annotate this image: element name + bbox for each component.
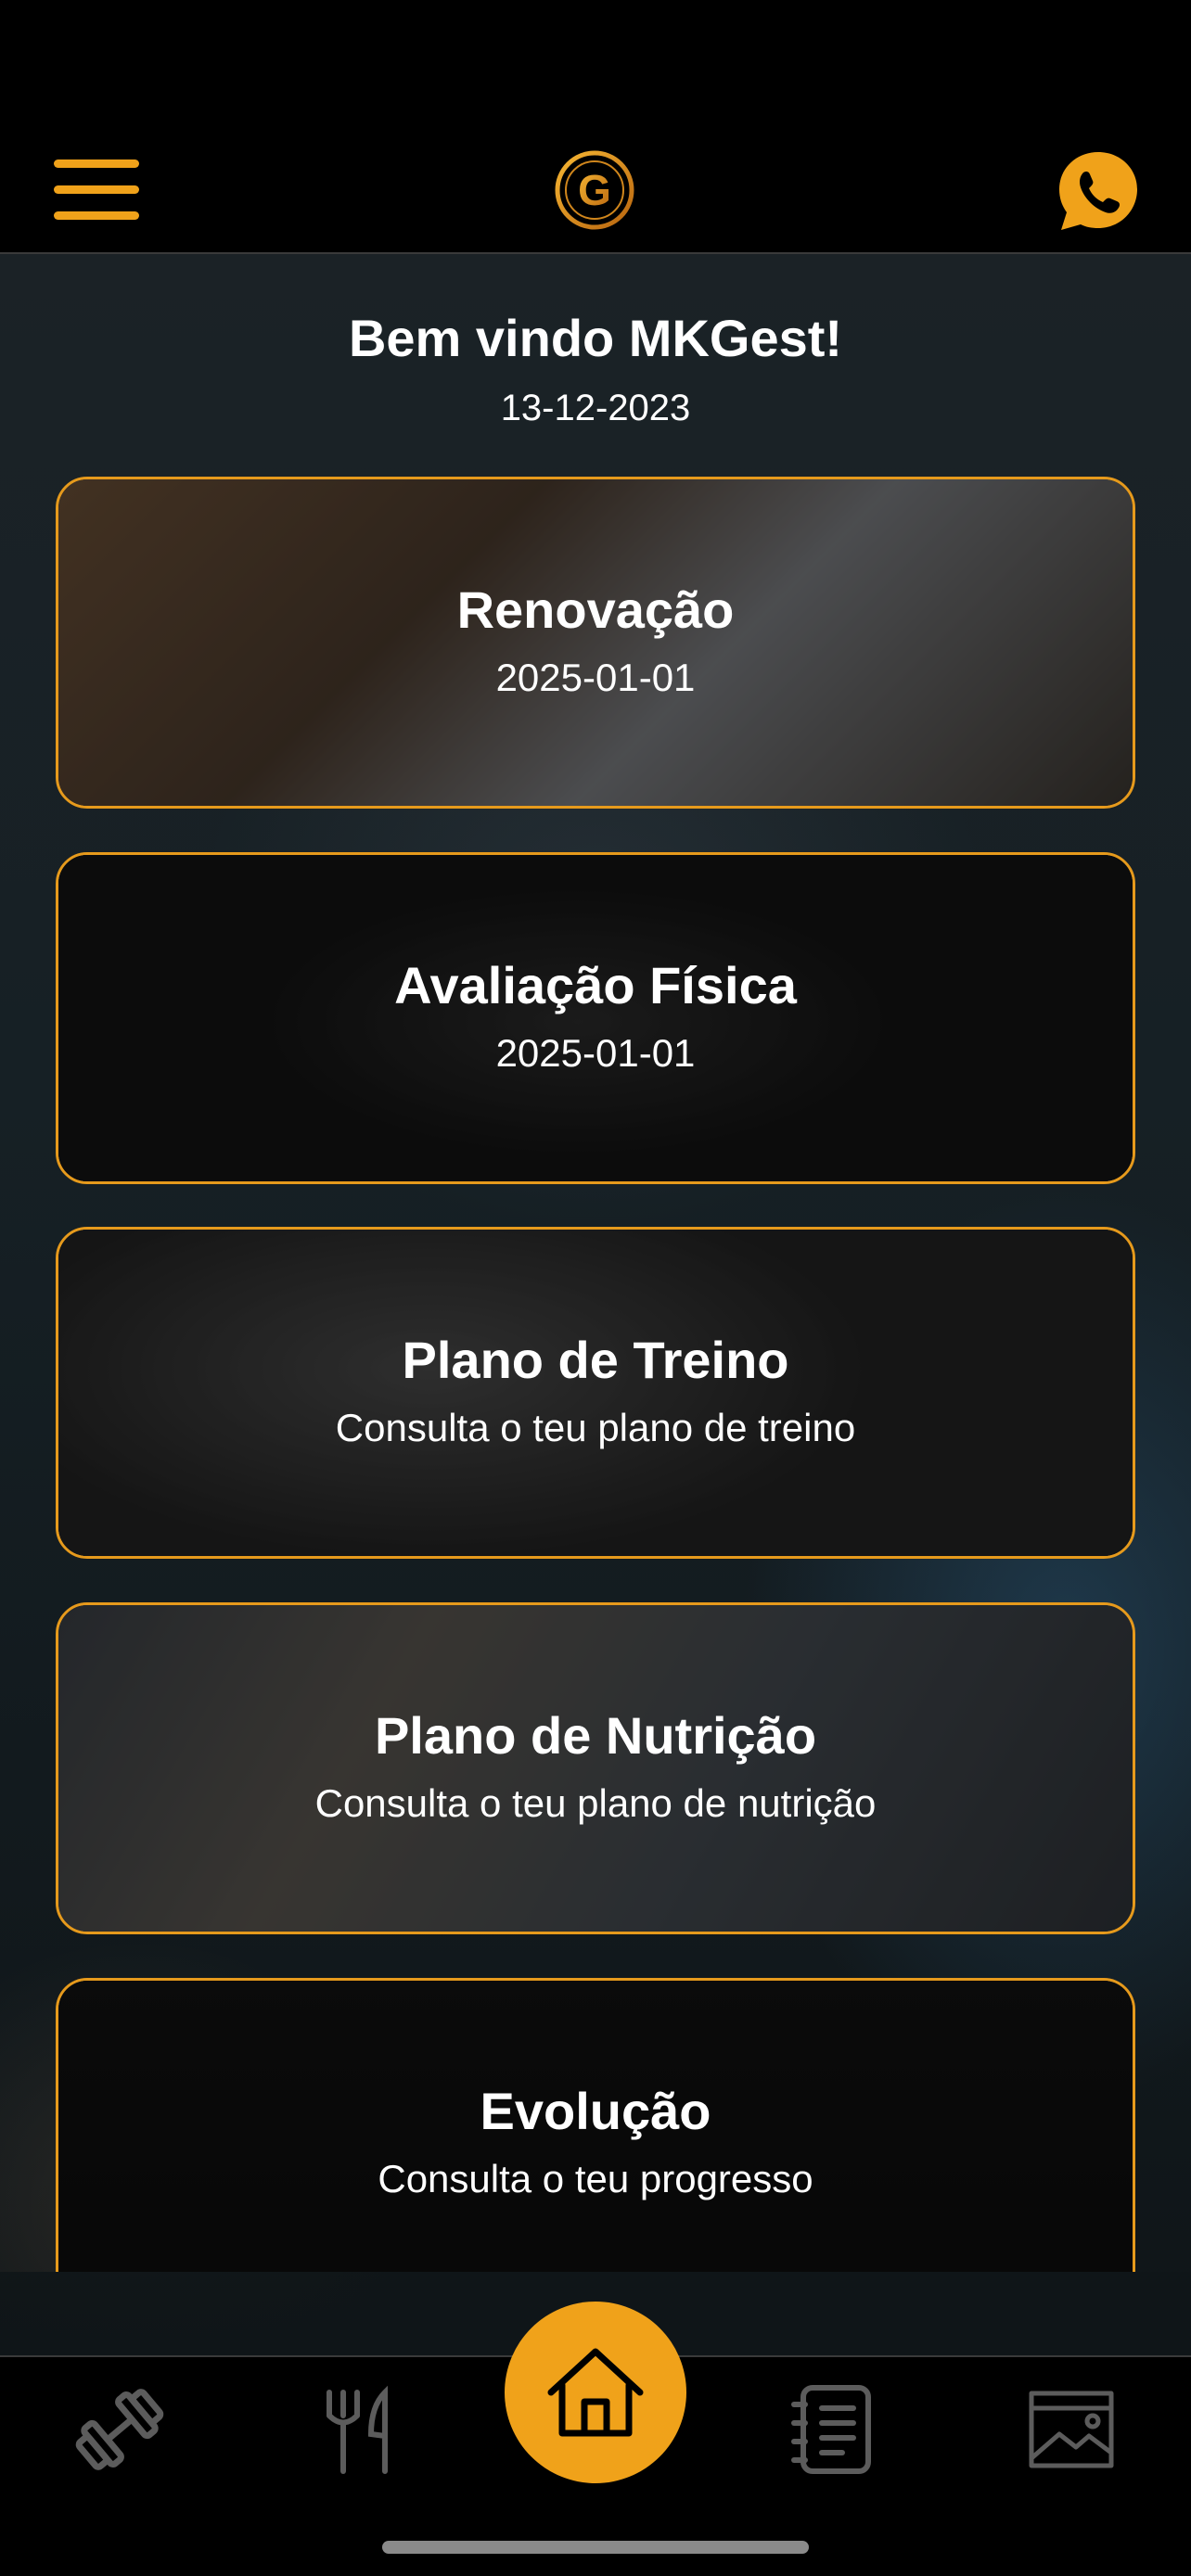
card-subtitle: Consulta o teu progresso bbox=[378, 2157, 813, 2200]
menu-line bbox=[54, 185, 139, 194]
home-button[interactable] bbox=[505, 2302, 686, 2483]
card-plano-treino[interactable]: Plano de Treino Consulta o teu plano de … bbox=[56, 1227, 1135, 1559]
home-indicator[interactable] bbox=[382, 2541, 809, 2554]
hamburger-menu-icon[interactable] bbox=[54, 159, 139, 221]
top-bar: G bbox=[0, 0, 1191, 254]
notes-list-icon[interactable] bbox=[783, 2378, 885, 2480]
card-avaliacao-fisica[interactable]: Avaliação Física 2025-01-01 bbox=[56, 852, 1135, 1184]
menu-line bbox=[54, 159, 139, 168]
card-subtitle: 2025-01-01 bbox=[495, 656, 696, 699]
home-icon bbox=[547, 2348, 644, 2437]
fork-knife-icon[interactable] bbox=[306, 2378, 408, 2480]
dumbbell-icon[interactable] bbox=[69, 2378, 171, 2480]
card-title: Avaliação Física bbox=[394, 956, 797, 1014]
svg-text:G: G bbox=[578, 166, 611, 214]
gallery-image-icon[interactable] bbox=[1020, 2378, 1122, 2480]
card-subtitle: Consulta o teu plano de treino bbox=[335, 1406, 856, 1449]
card-title: Plano de Treino bbox=[402, 1331, 789, 1389]
welcome-date: 13-12-2023 bbox=[500, 388, 691, 428]
whatsapp-icon[interactable] bbox=[1056, 148, 1141, 234]
card-plano-nutricao[interactable]: Plano de Nutrição Consulta o teu plano d… bbox=[56, 1602, 1135, 1934]
card-title: Renovação bbox=[456, 580, 735, 639]
card-evolucao[interactable]: Evolução Consulta o teu progresso bbox=[56, 1978, 1135, 2272]
card-title: Plano de Nutrição bbox=[374, 1706, 817, 1765]
card-subtitle: Consulta o teu plano de nutrição bbox=[314, 1781, 877, 1825]
card-title: Evolução bbox=[480, 2082, 711, 2140]
welcome-title: Bem vindo MKGest! bbox=[348, 309, 843, 367]
card-renovacao[interactable]: Renovação 2025-01-01 bbox=[56, 477, 1135, 809]
card-subtitle: 2025-01-01 bbox=[495, 1031, 696, 1075]
app-logo: G bbox=[553, 148, 636, 232]
menu-line bbox=[54, 211, 139, 220]
